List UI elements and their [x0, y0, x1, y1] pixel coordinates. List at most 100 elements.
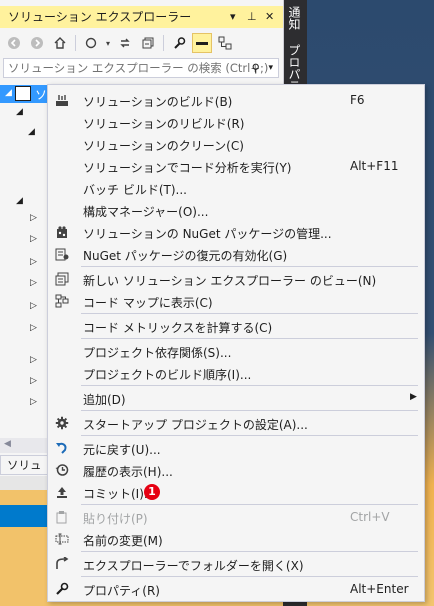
home-icon[interactable] [50, 33, 70, 53]
menu-item-label: エクスプローラーでフォルダーを開く(X) [83, 559, 304, 573]
toolbar-separator [163, 35, 164, 51]
pin-icon[interactable]: ⊥ [247, 6, 257, 28]
menu-item-label: 追加(D) [83, 393, 126, 407]
scroll-left-icon[interactable]: ◀ [4, 439, 11, 449]
expand-arrow-icon[interactable]: ◢ [16, 107, 23, 117]
menu-item-shortcut: Ctrl+V [350, 510, 390, 524]
back-icon[interactable] [4, 33, 24, 53]
menu-item-batch-build[interactable]: バッチ ビルド(T)... [48, 177, 424, 199]
gear-icon [54, 415, 70, 431]
open-folder-icon [54, 556, 70, 572]
collapsed-arrow-icon[interactable]: ▷ [30, 301, 37, 311]
expand-arrow-icon[interactable]: ◢ [28, 127, 35, 137]
menu-item-build-solution[interactable]: ソリューションのビルド(B) F6 [48, 89, 424, 111]
collapse-all-icon[interactable] [138, 33, 158, 53]
preview-icon[interactable] [192, 33, 212, 53]
menu-item-run-code-analysis[interactable]: ソリューションでコード分析を実行(Y) Alt+F11 [48, 155, 424, 177]
close-icon[interactable]: ✕ [265, 6, 274, 28]
code-map-icon [54, 293, 70, 309]
sync-icon[interactable] [81, 33, 101, 53]
solution-explorer-title-bar: ソリューション エクスプローラー ▾ ⊥ ✕ [0, 6, 283, 28]
undo-icon [54, 440, 70, 456]
menu-item-commit[interactable]: コミット(I)... 1 [48, 481, 424, 503]
collapsed-arrow-icon[interactable]: ▷ [30, 355, 37, 365]
wrench-icon[interactable] [169, 33, 189, 53]
menu-item-label: ソリューションのリビルド(R) [83, 117, 245, 131]
expand-arrow-icon[interactable]: ◢ [16, 196, 23, 206]
menu-item-project-build-order[interactable]: プロジェクトのビルド順序(I)... [48, 362, 424, 384]
menu-item-add[interactable]: 追加(D) ▶ [48, 387, 424, 409]
collapsed-arrow-icon[interactable]: ▷ [30, 234, 37, 244]
menu-item-label: NuGet パッケージの復元の有効化(G) [83, 249, 288, 263]
menu-item-show-on-code-map[interactable]: コード マップに表示(C) [48, 290, 424, 312]
refresh-icon[interactable] [115, 33, 135, 53]
menu-item-label: コード メトリックスを計算する(C) [83, 321, 273, 335]
tab-solution-explorer[interactable]: ソリュー... [0, 455, 48, 490]
menu-separator [81, 410, 418, 411]
package-restore-icon [54, 246, 70, 262]
menu-item-undo[interactable]: 元に戻す(U)... [48, 437, 424, 459]
collapse-arrow-icon[interactable]: ◢ [5, 88, 12, 98]
history-icon [54, 462, 70, 478]
menu-item-label: プロパティ(R) [83, 584, 160, 598]
menu-item-clean-solution[interactable]: ソリューションのクリーン(C) [48, 133, 424, 155]
menu-separator [81, 576, 418, 577]
menu-item-manage-nuget-packages[interactable]: ソリューションの NuGet パッケージの管理... [48, 221, 424, 243]
menu-item-label: ソリューションのクリーン(C) [83, 139, 244, 153]
menu-item-shortcut: Alt+Enter [350, 582, 409, 596]
menu-item-label: ソリューションの NuGet パッケージの管理... [83, 227, 332, 241]
search-icon[interactable]: ⚲ [252, 59, 260, 77]
search-input[interactable]: ソリューション エクスプローラー の検索 (Ctrl+;) ⚲ ▾ [3, 58, 279, 78]
paste-icon [54, 509, 70, 525]
new-view-icon [54, 271, 70, 287]
menu-item-enable-package-restore[interactable]: NuGet パッケージの復元の有効化(G) [48, 243, 424, 265]
menu-item-view-history[interactable]: 履歴の表示(H)... [48, 459, 424, 481]
node-icon[interactable] [215, 33, 235, 53]
menu-item-properties[interactable]: プロパティ(R) Alt+Enter [48, 578, 424, 600]
menu-separator [81, 385, 418, 386]
menu-item-paste[interactable]: 貼り付け(P) Ctrl+V [48, 506, 424, 528]
menu-item-shortcut: F6 [350, 93, 365, 107]
menu-item-label: コード マップに表示(C) [83, 296, 213, 310]
menu-item-label: 元に戻す(U)... [83, 443, 161, 457]
menu-item-label: 履歴の表示(H)... [83, 465, 173, 479]
menu-separator [81, 435, 418, 436]
menu-separator [81, 551, 418, 552]
commit-icon [54, 484, 70, 500]
menu-item-label: バッチ ビルド(T)... [83, 183, 187, 197]
menu-item-label: 構成マネージャー(O)... [83, 205, 209, 219]
context-menu: ソリューションのビルド(B) F6 ソリューションのリビルド(R) ソリューショ… [47, 84, 425, 602]
menu-item-new-solution-explorer-view[interactable]: 新しい ソリューション エクスプローラー のビュー(N) [48, 268, 424, 290]
menu-separator [81, 504, 418, 505]
menu-item-set-startup-projects[interactable]: スタートアップ プロジェクトの設定(A)... [48, 412, 424, 434]
menu-item-shortcut: Alt+F11 [350, 159, 399, 173]
menu-item-configuration-manager[interactable]: 構成マネージャー(O)... [48, 199, 424, 221]
menu-item-label: ソリューションでコード分析を実行(Y) [83, 161, 292, 175]
menu-item-project-dependencies[interactable]: プロジェクト依存関係(S)... [48, 340, 424, 362]
forward-icon[interactable] [27, 33, 47, 53]
search-placeholder: ソリューション エクスプローラー の検索 (Ctrl+;) [8, 61, 269, 75]
step-number-badge: 1 [144, 484, 160, 500]
menu-item-label: 新しい ソリューション エクスプローラー のビュー(N) [83, 274, 377, 288]
solution-explorer-title: ソリューション エクスプローラー [8, 10, 192, 24]
dropdown-icon[interactable]: ▾ [104, 33, 112, 53]
collapsed-arrow-icon[interactable]: ▷ [30, 323, 37, 333]
menu-item-label: 名前の変更(M) [83, 534, 163, 548]
collapsed-arrow-icon[interactable]: ▷ [30, 213, 37, 223]
collapsed-arrow-icon[interactable]: ▷ [30, 257, 37, 267]
window-position-dropdown-icon[interactable]: ▾ [230, 6, 236, 28]
collapsed-arrow-icon[interactable]: ▷ [30, 397, 37, 407]
search-options-dropdown-icon[interactable]: ▾ [268, 59, 273, 77]
menu-item-rename[interactable]: 名前の変更(M) [48, 528, 424, 550]
collapsed-arrow-icon[interactable]: ▷ [30, 278, 37, 288]
side-tab-notifications[interactable]: 通知 [286, 6, 302, 30]
solution-explorer-toolbar: ▾ [0, 30, 283, 56]
collapsed-arrow-icon[interactable]: ▷ [30, 376, 37, 386]
menu-item-open-folder-in-explorer[interactable]: エクスプローラーでフォルダーを開く(X) [48, 553, 424, 575]
menu-item-calculate-code-metrics[interactable]: コード メトリックスを計算する(C) [48, 315, 424, 337]
menu-item-rebuild-solution[interactable]: ソリューションのリビルド(R) [48, 111, 424, 133]
menu-item-label: ソリューションのビルド(B) [83, 95, 233, 109]
menu-separator [81, 313, 418, 314]
toolbar-separator [75, 35, 76, 51]
menu-separator [81, 266, 418, 267]
